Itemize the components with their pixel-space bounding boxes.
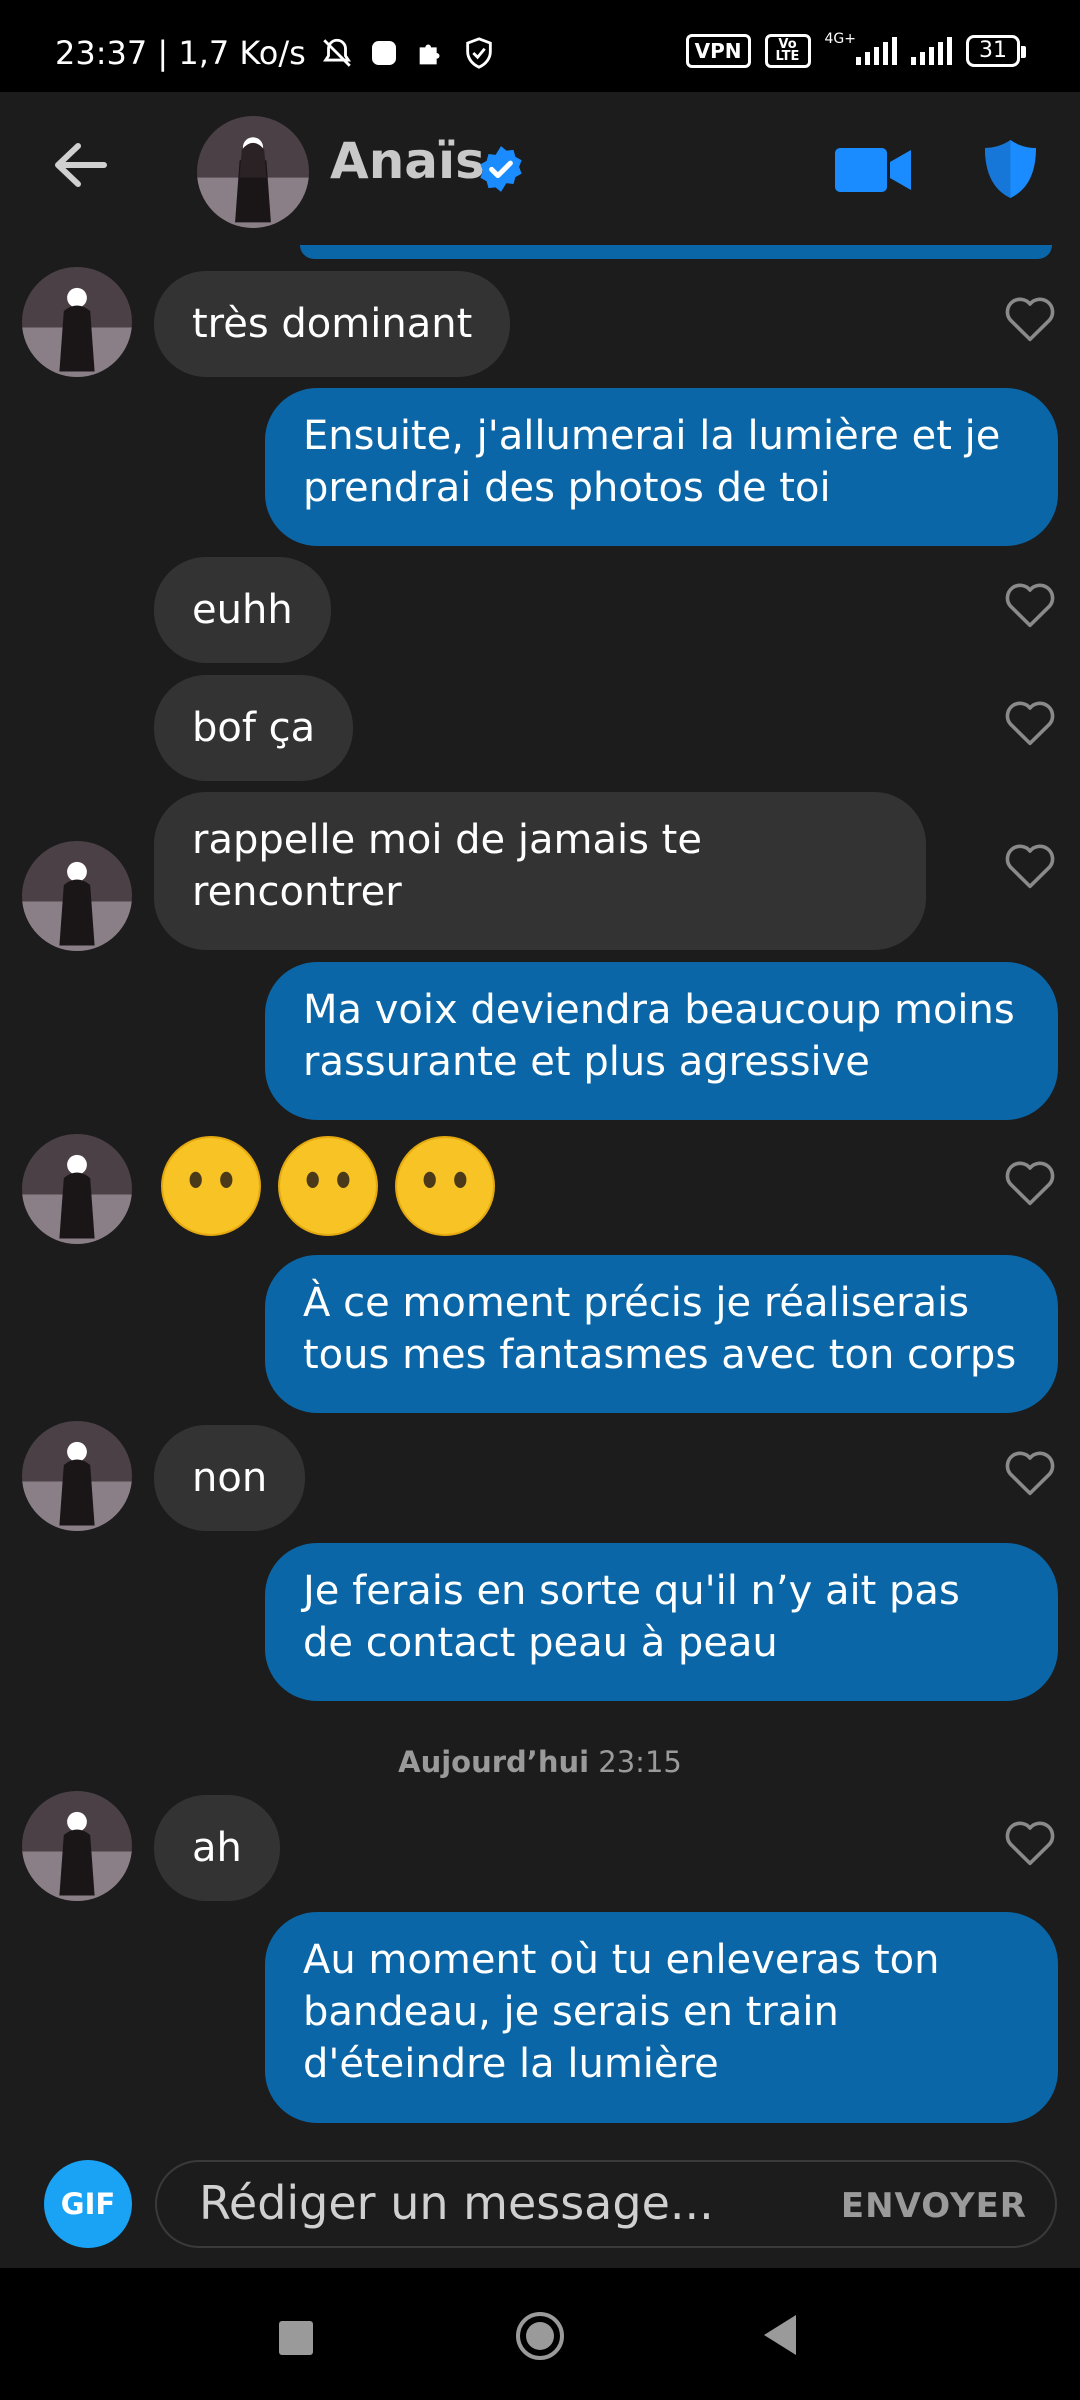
signal-icon-2 [911, 37, 952, 65]
message-input[interactable]: Rédiger un message... ENVOYER [155, 2160, 1057, 2248]
face-without-mouth-emoji[interactable] [277, 1135, 379, 1237]
nav-back-icon[interactable] [762, 2313, 798, 2357]
send-button[interactable]: ENVOYER [841, 2186, 1027, 2226]
outgoing-message[interactable]: Ma voix deviendra beaucoup moins rassura… [265, 962, 1058, 1120]
verified-badge-icon [480, 146, 522, 192]
outgoing-message[interactable]: À ce moment précis je réaliserais tous m… [265, 1255, 1058, 1413]
heart-icon[interactable] [1003, 1157, 1057, 1207]
face-without-mouth-emoji[interactable] [394, 1135, 496, 1237]
face-without-mouth-emoji[interactable] [160, 1135, 262, 1237]
puzzle-icon [419, 44, 440, 65]
video-call-icon[interactable] [835, 146, 911, 194]
contact-avatar-small[interactable] [22, 1421, 132, 1531]
incoming-message[interactable]: ah [154, 1795, 280, 1901]
heart-icon[interactable] [1003, 293, 1057, 343]
signal-icon [856, 37, 897, 65]
incoming-message[interactable]: rappelle moi de jamais te rencontrer [154, 792, 926, 950]
heart-icon[interactable] [1003, 579, 1057, 629]
previous-message-edge [300, 245, 1052, 259]
home-icon[interactable] [515, 2311, 565, 2361]
safety-shield-icon[interactable] [983, 138, 1038, 200]
network-type: 4G+ [824, 31, 857, 47]
incoming-message[interactable]: euhh [154, 557, 331, 663]
heart-icon[interactable] [1003, 1817, 1057, 1867]
system-navigation-bar [0, 2268, 1080, 2400]
contact-avatar-small[interactable] [22, 267, 132, 377]
outgoing-message[interactable]: Ensuite, j'allumerai la lumière et je pr… [265, 388, 1058, 546]
back-arrow-icon[interactable] [50, 140, 110, 190]
contact-avatar-small[interactable] [22, 841, 132, 951]
app-notification-icon [371, 41, 396, 65]
battery-indicator: 31 [966, 35, 1026, 67]
recent-apps-icon[interactable] [279, 2321, 313, 2355]
chat-header: Anaïs [0, 92, 1080, 247]
gif-button[interactable]: GIF [44, 2160, 132, 2248]
outgoing-message[interactable]: Je ferais en sorte qu'il n’y ait pas de … [265, 1543, 1058, 1701]
contact-avatar-small[interactable] [22, 1134, 132, 1244]
volte-badge: Vo LTE [764, 34, 811, 68]
incoming-message[interactable]: non [154, 1425, 306, 1531]
heart-icon[interactable] [1003, 697, 1057, 747]
incoming-message[interactable]: très dominant [154, 271, 511, 377]
message-input-placeholder[interactable]: Rédiger un message... [199, 2176, 714, 2230]
contact-avatar-small[interactable] [22, 1791, 132, 1901]
status-bar: 23:37 | 1,7 Ko/s VPN Vo LTE 4G+ 31 [0, 0, 1080, 92]
date-label: Aujourd’hui [398, 1745, 590, 1779]
heart-icon[interactable] [1003, 1447, 1057, 1497]
contact-name[interactable]: Anaïs [330, 132, 485, 190]
message-composer: GIF Rédiger un message... ENVOYER [0, 2148, 1080, 2266]
status-time: 23:37 | 1,7 Ko/s [55, 34, 306, 72]
incoming-message[interactable]: bof ça [154, 675, 354, 781]
time-label: 23:15 [598, 1745, 682, 1779]
vpn-badge: VPN [685, 34, 751, 68]
bell-off-icon [322, 38, 351, 67]
date-separator: Aujourd’hui 23:15 [0, 1745, 1080, 1779]
shield-check-icon [466, 37, 492, 69]
heart-icon[interactable] [1003, 840, 1057, 890]
outgoing-message[interactable]: Au moment où tu enleveras ton bandeau, j… [265, 1912, 1058, 2123]
contact-avatar[interactable] [197, 116, 309, 228]
